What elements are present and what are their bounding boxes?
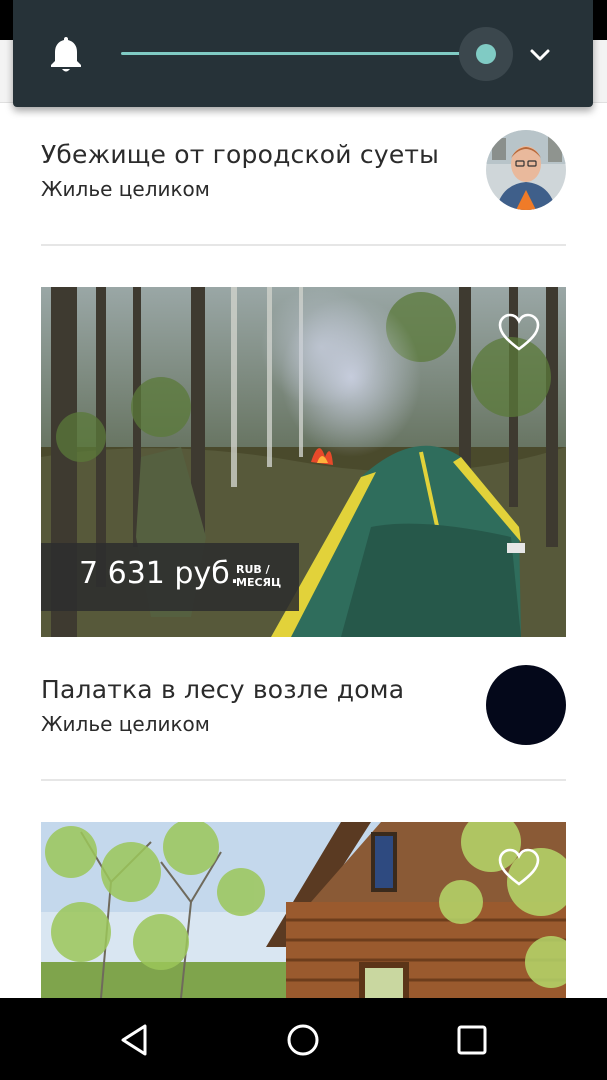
volume-slider-thumb[interactable]	[476, 44, 496, 64]
listing-photo[interactable]	[41, 822, 566, 998]
divider	[41, 244, 566, 246]
back-triangle-icon[interactable]	[115, 1020, 155, 1060]
listing-title[interactable]: Палатка в лесу возле дома	[41, 675, 404, 704]
listing-subtitle: Жилье целиком	[41, 177, 210, 201]
home-circle-icon[interactable]	[283, 1020, 323, 1060]
favorite-heart-icon[interactable]	[497, 848, 541, 888]
price-tag: 7 631 руб. RUB / МЕСЯЦ	[41, 543, 299, 611]
bell-icon[interactable]	[49, 34, 83, 74]
listing-subtitle: Жилье целиком	[41, 712, 210, 736]
host-avatar[interactable]	[486, 665, 566, 745]
favorite-heart-icon[interactable]	[497, 313, 541, 353]
chevron-down-icon[interactable]	[525, 40, 555, 70]
volume-slider-track[interactable]	[121, 52, 486, 55]
price-amount: 7 631 руб.	[79, 556, 240, 591]
volume-panel	[13, 0, 593, 107]
price-unit: RUB / МЕСЯЦ	[236, 563, 281, 589]
listing-title[interactable]: Убежище от городской суеты	[41, 140, 439, 169]
price-period: МЕСЯЦ	[236, 576, 282, 589]
divider	[41, 779, 566, 781]
navigation-bar	[0, 998, 607, 1080]
host-avatar[interactable]	[486, 130, 566, 210]
price-currency: RUB /	[236, 563, 270, 576]
recents-square-icon[interactable]	[452, 1020, 492, 1060]
